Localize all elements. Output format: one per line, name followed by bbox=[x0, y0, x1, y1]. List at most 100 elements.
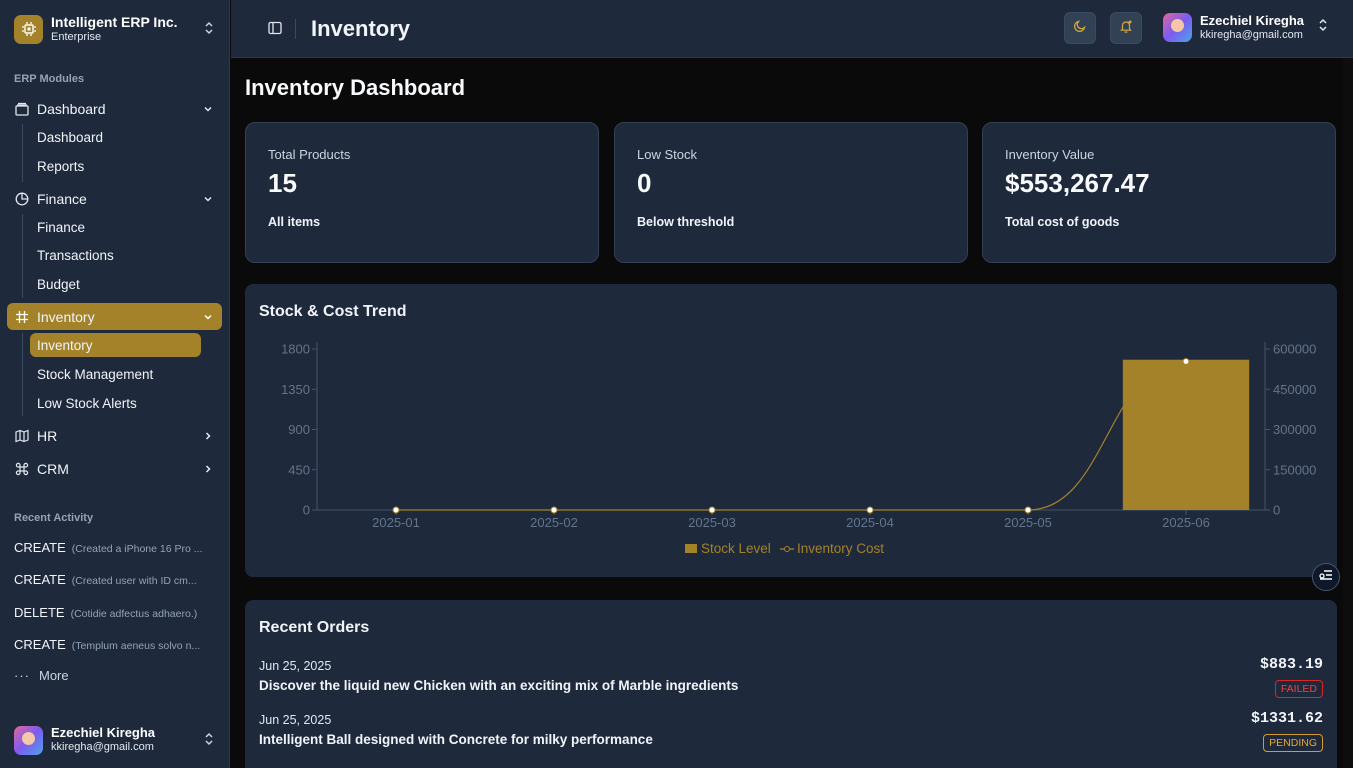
sidebar-item-label: Finance bbox=[37, 190, 87, 207]
org-switcher[interactable]: Intelligent ERP Inc. Enterprise bbox=[8, 8, 222, 50]
sidebar-subitem-low-stock-alerts[interactable]: Low Stock Alerts bbox=[30, 391, 201, 415]
chevron-down-icon bbox=[202, 310, 214, 326]
x-tick-label: 2025-01 bbox=[372, 515, 420, 530]
sidebar-subitem-stock-management[interactable]: Stock Management bbox=[30, 362, 201, 386]
sidebar-item-hr[interactable]: HR bbox=[7, 422, 222, 449]
activity-item[interactable]: CREATE (Created user with ID cm... bbox=[14, 572, 214, 587]
chevron-down-icon bbox=[202, 102, 214, 118]
stat-note: Below threshold bbox=[637, 215, 735, 229]
orders-title: Recent Orders bbox=[259, 619, 370, 636]
scrollbar[interactable] bbox=[1343, 58, 1353, 768]
user-menu-header[interactable]: Ezechiel Kiregha kkiregha@gmail.com bbox=[1163, 13, 1328, 42]
sidebar-subitem-inventory[interactable]: Inventory bbox=[30, 333, 201, 357]
submenu-line bbox=[22, 214, 23, 298]
activity-item[interactable]: DELETE (Cotidie adfectus adhaero.) bbox=[14, 605, 214, 620]
sidebar-subitem-budget[interactable]: Budget bbox=[30, 272, 201, 296]
order-row[interactable]: Jun 25, 2025 Intelligent Ball designed w… bbox=[259, 710, 1323, 761]
section-label-recent-activity: Recent Activity bbox=[14, 512, 94, 524]
activity-item[interactable]: CREATE (Created a iPhone 16 Pro ... bbox=[14, 540, 214, 555]
line-point bbox=[550, 506, 558, 514]
sidebar-item-label: Inventory bbox=[37, 308, 95, 325]
x-tick-label: 2025-03 bbox=[688, 515, 736, 530]
avatar bbox=[14, 725, 43, 755]
chart-card: Stock & Cost Trend 0 450 900 1350 1800 0 15000… bbox=[245, 284, 1337, 577]
stat-note: Total cost of goods bbox=[1005, 215, 1120, 229]
command-icon bbox=[15, 462, 29, 476]
bell-icon bbox=[1119, 19, 1133, 38]
y-right-tick-label: 300000 bbox=[1273, 422, 1316, 437]
stat-value: 15 bbox=[268, 168, 297, 198]
sidebar-subitem-dashboard[interactable]: Dashboard bbox=[30, 125, 201, 149]
activity-desc: (Created a iPhone 16 Pro ... bbox=[71, 543, 203, 555]
org-plan: Enterprise bbox=[51, 30, 102, 43]
x-tick-label: 2025-05 bbox=[1004, 515, 1052, 530]
sidebar-item-label: HR bbox=[37, 427, 58, 444]
org-name: Intelligent ERP Inc. bbox=[51, 14, 178, 31]
stat-card-inventory-value: Inventory Value $553,267.47 Total cost o… bbox=[982, 122, 1336, 263]
chevron-right-icon bbox=[202, 429, 214, 445]
chevrons-up-down-icon bbox=[204, 732, 214, 751]
chart-settings-button[interactable] bbox=[1312, 563, 1340, 591]
top-bar: Inventory Ezechiel Kiregha kkiregha@gmai… bbox=[231, 0, 1353, 58]
more-button[interactable]: ··· More bbox=[14, 668, 69, 683]
sidebar-subitem-transactions[interactable]: Transactions bbox=[30, 243, 201, 267]
y-left-tick-label: 1350 bbox=[281, 382, 310, 397]
user-menu-footer[interactable]: Ezechiel Kiregha kkiregha@gmail.com bbox=[8, 722, 222, 758]
moon-icon bbox=[1073, 19, 1087, 38]
notifications-button[interactable] bbox=[1110, 12, 1142, 44]
y-right-tick-label: 150000 bbox=[1273, 462, 1316, 477]
stat-value: 0 bbox=[637, 168, 652, 198]
stat-label: Low Stock bbox=[637, 147, 697, 162]
stat-label: Inventory Value bbox=[1005, 147, 1095, 162]
dashboard-icon bbox=[15, 102, 29, 116]
y-left-tick-label: 900 bbox=[288, 422, 310, 437]
hash-icon bbox=[15, 310, 29, 324]
submenu-line bbox=[22, 333, 23, 416]
pie-chart-icon bbox=[15, 192, 29, 206]
x-tick-label: 2025-06 bbox=[1162, 515, 1210, 530]
y-left-tick-label: 450 bbox=[288, 462, 310, 477]
sidebar-toggle-icon[interactable] bbox=[268, 21, 282, 40]
activity-type: CREATE bbox=[14, 637, 66, 652]
activity-item[interactable]: CREATE (Templum aeneus solvo n... bbox=[14, 637, 214, 652]
activity-desc: (Cotidie adfectus adhaero.) bbox=[70, 608, 198, 620]
activity-desc: (Templum aeneus solvo n... bbox=[71, 640, 201, 652]
y-left-tick-label: 1800 bbox=[281, 342, 310, 357]
series-line bbox=[396, 360, 1187, 511]
sidebar-subitem-finance[interactable]: Finance bbox=[30, 215, 201, 239]
line-point bbox=[1024, 506, 1032, 514]
theme-toggle-button[interactable] bbox=[1064, 12, 1096, 44]
y-right-tick-label: 0 bbox=[1273, 503, 1280, 518]
status-badge: PENDING bbox=[1263, 734, 1323, 752]
user-name: Ezechiel Kiregha bbox=[51, 725, 156, 741]
stat-card-low-stock: Low Stock 0 Below threshold bbox=[614, 122, 968, 263]
dashboard-heading: Inventory Dashboard bbox=[245, 75, 466, 100]
sidebar-item-label: CRM bbox=[37, 460, 69, 477]
y-left-tick-label: 0 bbox=[303, 503, 310, 518]
chip-icon bbox=[14, 14, 43, 44]
legend-label: Stock Level bbox=[701, 541, 771, 556]
sidebar-subitem-reports[interactable]: Reports bbox=[30, 154, 201, 178]
stock-cost-chart: 0 450 900 1350 1800 0 150000 300000 450000 600000… bbox=[281, 342, 1316, 557]
status-badge: FAILED bbox=[1274, 680, 1323, 698]
sidebar-item-inventory[interactable]: Inventory bbox=[7, 303, 222, 330]
user-name: Ezechiel Kiregha bbox=[1200, 13, 1305, 29]
line-point bbox=[1182, 358, 1190, 366]
chevron-right-icon bbox=[202, 462, 214, 478]
y-right-tick-label: 450000 bbox=[1273, 382, 1316, 397]
user-email: kkiregha@gmail.com bbox=[1200, 28, 1303, 41]
sidebar-item-finance[interactable]: Finance bbox=[7, 185, 222, 212]
y-right-tick-label: 600000 bbox=[1273, 342, 1316, 357]
sidebar-item-crm[interactable]: CRM bbox=[7, 455, 222, 482]
x-tick-label: 2025-04 bbox=[846, 515, 894, 530]
legend-label: Inventory Cost bbox=[797, 541, 884, 556]
order-title: Discover the liquid new Chicken with an … bbox=[259, 678, 739, 693]
legend-swatch-bar bbox=[685, 544, 697, 553]
order-date: Jun 25, 2025 bbox=[259, 713, 332, 727]
order-row[interactable]: Jun 25, 2025 Discover the liquid new Chi… bbox=[259, 656, 1323, 707]
order-date: Jun 25, 2025 bbox=[259, 659, 332, 673]
stat-value: $553,267.47 bbox=[1005, 168, 1150, 198]
sidebar-item-dashboard[interactable]: Dashboard bbox=[7, 95, 222, 122]
map-icon bbox=[15, 429, 29, 443]
chevron-down-icon bbox=[202, 192, 214, 208]
